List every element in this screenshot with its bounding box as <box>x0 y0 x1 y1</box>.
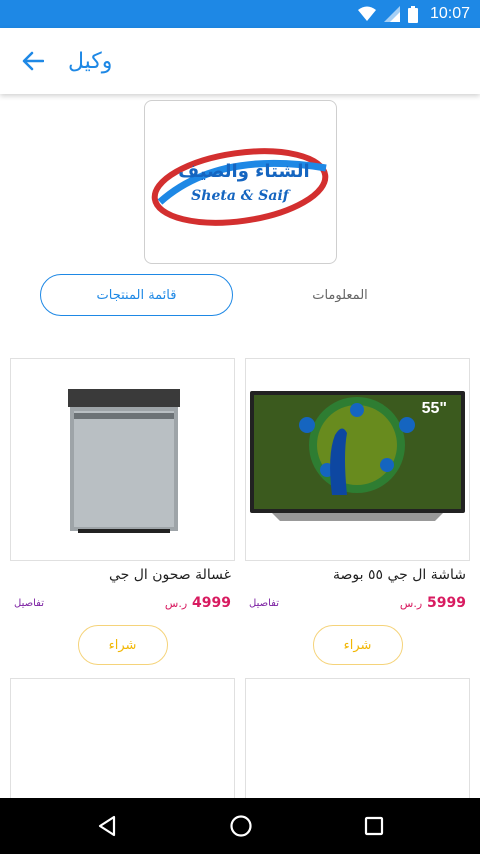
buy-button[interactable]: شراء <box>77 625 168 665</box>
product-image[interactable] <box>245 678 470 798</box>
product-image[interactable] <box>10 358 235 561</box>
nav-back-icon[interactable] <box>96 815 118 837</box>
svg-text:الشتاء والصيف: الشتاء والصيف <box>178 161 309 182</box>
page-title: وكيل <box>68 48 113 74</box>
product-name: شاشة ال جي ٥٥ بوصة <box>333 567 466 583</box>
wifi-icon <box>357 6 376 21</box>
product-image[interactable]: 55" <box>245 358 470 561</box>
product-card[interactable]: 55" شاشة ال جي ٥٥ بوصة تفاصيل 5999 ر.س ش… <box>245 358 470 665</box>
clock: 10:07 <box>429 5 470 22</box>
product-image[interactable] <box>10 678 235 798</box>
dishwasher-image <box>67 388 180 533</box>
refrigerator-image <box>88 770 158 798</box>
power-bank-image <box>298 770 418 798</box>
nav-recents-icon[interactable] <box>364 816 384 836</box>
product-name: غسالة صحون ال جي <box>108 567 231 583</box>
signal-icon <box>383 6 400 22</box>
tab-info[interactable]: المعلومات <box>270 274 410 316</box>
back-button[interactable] <box>0 28 66 94</box>
product-card[interactable] <box>245 678 470 798</box>
tv-image: 55" <box>250 390 465 521</box>
app-bar: وكيل <box>0 28 480 94</box>
arrow-left-icon <box>22 51 44 71</box>
nav-home-icon[interactable] <box>229 814 253 838</box>
svg-text:Sheta & Saif: Sheta & Saif <box>191 188 292 204</box>
product-price: 5999 ر.س <box>399 595 466 611</box>
buy-button[interactable]: شراء <box>312 625 403 665</box>
vendor-logo-card: الشتاء والصيف Sheta & Saif <box>144 100 337 264</box>
product-price: 4999 ر.س <box>164 595 231 611</box>
details-link[interactable]: تفاصيل <box>249 598 279 609</box>
vendor-tabs: قائمة المنتجات المعلومات <box>0 274 480 316</box>
status-bar: 10:07 <box>0 0 480 28</box>
system-nav-bar <box>0 798 480 854</box>
battery-icon <box>407 5 418 23</box>
product-card[interactable] <box>10 678 235 798</box>
svg-text:55": 55" <box>422 400 447 417</box>
product-card[interactable]: غسالة صحون ال جي تفاصيل 4999 ر.س شراء <box>10 358 235 665</box>
tab-products[interactable]: قائمة المنتجات <box>40 274 233 316</box>
vendor-logo: الشتاء والصيف Sheta & Saif <box>151 148 329 226</box>
details-link[interactable]: تفاصيل <box>14 598 44 609</box>
main-content[interactable]: الشتاء والصيف Sheta & Saif قائمة المنتجا… <box>0 94 480 798</box>
